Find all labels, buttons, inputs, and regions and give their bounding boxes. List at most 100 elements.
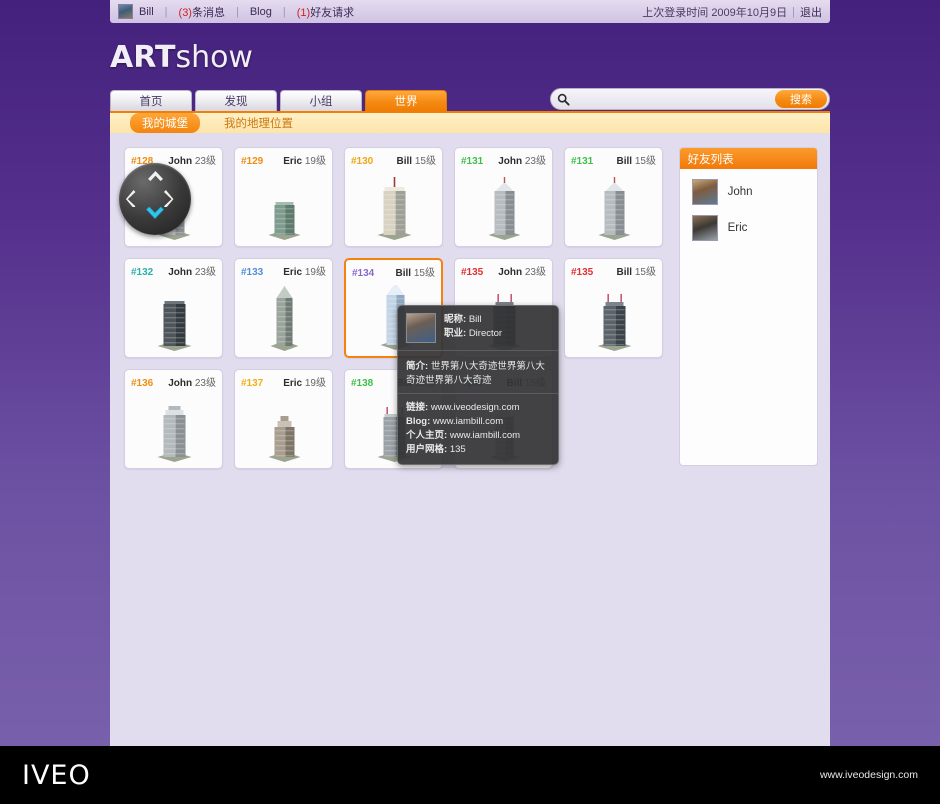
card-level: 19级 (302, 267, 326, 278)
grid-label: 用户网格: (406, 444, 448, 455)
friend-list-item[interactable]: John (680, 169, 817, 205)
map-navigation-dpad[interactable] (119, 163, 191, 235)
search-icon (557, 93, 570, 106)
building-image (125, 397, 222, 463)
tab-2[interactable]: 小组 (280, 90, 362, 111)
castle-card[interactable]: #136 John 23级 (124, 369, 223, 469)
card-level: 23级 (192, 378, 216, 389)
up-chevron-icon[interactable] (147, 169, 164, 187)
page-footer: IVEO www.iveodesign.com (0, 746, 940, 804)
friends-title: 好友列表 (679, 148, 817, 169)
username-link[interactable]: Bill (139, 6, 154, 18)
castle-card[interactable]: #132 John 23级 (124, 258, 223, 358)
card-header: #133 Eric 19级 (235, 259, 332, 278)
card-owner-name: Bill (616, 156, 633, 167)
search-input[interactable] (570, 93, 775, 105)
tooltip-grid-row: 用户网格: 135 (406, 443, 550, 457)
castle-card[interactable]: #131 Bill 15级 (564, 147, 663, 247)
subtab-1[interactable]: 我的地理位置 (214, 114, 303, 132)
card-id: #132 (131, 267, 154, 278)
castle-grid: #128 John 23级 #129 Eric 19级 #130 Bill 15级 #131… (124, 147, 667, 469)
down-chevron-icon[interactable] (145, 206, 165, 225)
left-chevron-icon[interactable] (125, 190, 137, 212)
building-image (565, 286, 662, 352)
grid-value: 135 (449, 444, 466, 455)
homepage-value[interactable]: www.iambill.com (450, 430, 520, 441)
subtab-0[interactable]: 我的城堡 (130, 113, 200, 133)
castle-card[interactable]: #137 Eric 19级 (234, 369, 333, 469)
logo-light-part: show (175, 40, 253, 75)
link-label: 链接: (406, 402, 429, 413)
friends-list: John Eric (680, 169, 817, 241)
footer-logo: IVEO (22, 759, 91, 791)
user-avatar[interactable] (118, 4, 133, 19)
site-logo[interactable]: ARTshow (110, 40, 253, 75)
homepage-label: 个人主页: (406, 430, 448, 441)
friend-avatar[interactable] (691, 179, 718, 205)
link-value[interactable]: www.iveodesign.com (431, 402, 520, 413)
main-panel: 我的城堡 我的地理位置 #128 John 23级 #129 Eric 19级 #130 B… (110, 111, 830, 746)
card-owner-name: Bill (396, 156, 413, 167)
intro-label: 简介: (406, 361, 429, 372)
card-owner-name: John (498, 267, 523, 278)
search-box: 搜索 (550, 88, 830, 110)
card-owner: Bill 15级 (617, 152, 656, 167)
building-image (235, 175, 332, 241)
card-owner-name: Eric (283, 267, 303, 278)
card-owner-name: Eric (283, 156, 303, 167)
card-owner: Bill 15级 (617, 263, 656, 278)
separator: | (792, 5, 795, 18)
friend-list-item[interactable]: Eric (680, 205, 817, 241)
castle-card[interactable]: #133 Eric 19级 (234, 258, 333, 358)
tab-1[interactable]: 发现 (195, 90, 277, 111)
top-user-bar: Bill | (3)条消息 | Blog | (1)好友请求 上次登录时间 20… (110, 0, 830, 23)
job-label: 职业: (444, 328, 467, 339)
logout-link[interactable]: 退出 (800, 4, 822, 20)
search-button[interactable]: 搜索 (775, 90, 827, 108)
card-header: #129 Eric 19级 (235, 148, 332, 167)
blog-value[interactable]: www.iambill.com (433, 416, 503, 427)
blog-link[interactable]: Blog (250, 6, 272, 18)
messages-count: (3) (178, 6, 192, 19)
separator: | (164, 5, 168, 18)
building-image (235, 397, 332, 463)
footer-website[interactable]: www.iveodesign.com (820, 769, 918, 781)
topbar-left-group: Bill | (3)条消息 | Blog | (1)好友请求 (118, 4, 354, 20)
blog-label: Blog: (406, 416, 431, 427)
castle-card[interactable]: #130 Bill 15级 (344, 147, 443, 247)
castle-card[interactable]: #129 Eric 19级 (234, 147, 333, 247)
tooltip-blog-row: Blog: www.iambill.com (406, 415, 550, 429)
card-id: #138 (351, 378, 374, 389)
panel-body: #128 John 23级 #129 Eric 19级 #130 Bill 15级 #131… (110, 133, 830, 469)
requests-label: 好友请求 (310, 6, 355, 19)
card-owner: John 23级 (168, 152, 216, 167)
card-id: #130 (351, 156, 374, 167)
friend-avatar[interactable] (691, 215, 718, 241)
tab-0[interactable]: 首页 (110, 90, 192, 111)
tooltip-homepage-row: 个人主页: www.iambill.com (406, 429, 550, 443)
castle-card[interactable]: #135 Bill 15级 (564, 258, 663, 358)
card-header: #134 Bill 15级 (346, 260, 441, 279)
card-owner: Bill 15级 (397, 152, 436, 167)
topbar-right-group: 上次登录时间 2009年10月9日 | 退出 (642, 4, 822, 20)
building-image (345, 175, 442, 241)
card-owner-name: John (168, 267, 193, 278)
card-id: #135 (461, 267, 484, 278)
nickname-value: Bill (468, 314, 482, 325)
tooltip-intro: 简介: 世界第八大奇迹世界第八大奇迹世界第八大奇迹 (398, 350, 558, 393)
messages-link[interactable]: (3)条消息 (179, 4, 225, 20)
tooltip-links: 链接: www.iveodesign.com Blog: www.iambill… (398, 393, 558, 464)
card-owner: John 23级 (498, 152, 546, 167)
tab-3[interactable]: 世界 (365, 90, 447, 111)
card-header: #131 John 23级 (455, 148, 552, 167)
card-id: #133 (241, 267, 264, 278)
card-header: #130 Bill 15级 (345, 148, 442, 167)
friend-requests-link[interactable]: (1)好友请求 (297, 4, 354, 20)
card-owner: Eric 19级 (283, 374, 326, 389)
card-owner: Eric 19级 (283, 263, 326, 278)
card-level: 19级 (302, 156, 326, 167)
building-image (565, 175, 662, 241)
card-owner: Bill 15级 (396, 264, 435, 279)
castle-card[interactable]: #131 John 23级 (454, 147, 553, 247)
job-value: Director (468, 328, 503, 339)
